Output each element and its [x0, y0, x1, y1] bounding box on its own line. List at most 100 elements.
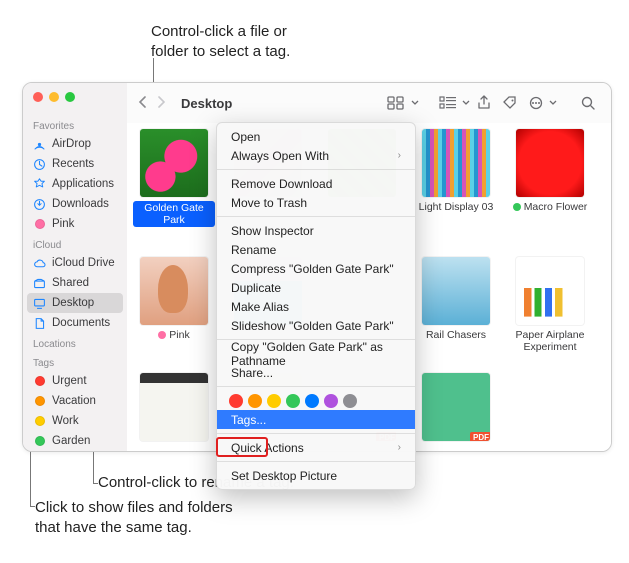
menu-item-label: Move to Trash [231, 196, 307, 210]
menu-item-label: Compress "Golden Gate Park" [231, 262, 394, 276]
menu-item-slideshow-golden-gate-park[interactable]: Slideshow "Golden Gate Park" [217, 316, 415, 335]
menu-item-open[interactable]: Open [217, 127, 415, 146]
menu-item-make-alias[interactable]: Make Alias [217, 297, 415, 316]
sidebar-section-header: iCloud [23, 234, 127, 253]
sidebar-item-label: Vacation [52, 395, 96, 407]
file-name: Paper Airplane Experiment [509, 329, 591, 353]
sidebar-item-label: Garden [52, 435, 90, 447]
menu-item-move-to-trash[interactable]: Move to Trash [217, 193, 415, 212]
zoom-button[interactable] [65, 92, 75, 102]
menu-item-remove-download[interactable]: Remove Download [217, 174, 415, 193]
tag-dot-icon [33, 375, 46, 388]
file-item[interactable]: Pink [133, 257, 215, 341]
menu-item-quick-actions[interactable]: Quick Actions › [217, 438, 415, 457]
back-button[interactable] [137, 96, 149, 111]
menu-item-label: Remove Download [231, 177, 332, 191]
menu-tag-color[interactable] [343, 394, 357, 408]
window-controls [23, 83, 127, 111]
file-thumbnail [422, 257, 490, 325]
sidebar-item-label: Shared [52, 277, 89, 289]
file-item[interactable]: Golden Gate Park [133, 129, 215, 227]
sidebar-item-recents[interactable]: Recents [23, 154, 127, 174]
menu-item-set-desktop-picture[interactable]: Set Desktop Picture [217, 466, 415, 485]
file-item[interactable]: Light Display 03 [415, 129, 497, 213]
sidebar-item-garden[interactable]: Garden [23, 431, 127, 451]
menu-item-duplicate[interactable]: Duplicate [217, 278, 415, 297]
menu-tag-color[interactable] [248, 394, 262, 408]
toolbar: Desktop [127, 83, 611, 123]
sidebar-item-desktop[interactable]: Desktop [27, 293, 123, 313]
sidebar-item-work[interactable]: Work [23, 411, 127, 431]
sidebar-item-label: Pink [52, 218, 74, 230]
share-button[interactable] [471, 92, 497, 114]
sidebar-item-pink[interactable]: Pink [23, 214, 127, 234]
menu-tag-color[interactable] [324, 394, 338, 408]
shared-icon [33, 277, 46, 290]
sidebar-item-label: iCloud Drive [52, 257, 115, 269]
sidebar-item-documents[interactable]: Documents [23, 313, 127, 333]
menu-separator [217, 216, 415, 217]
file-tag-dot [513, 203, 521, 211]
file-thumbnail: PDF [422, 373, 490, 441]
sidebar-section-header: Favorites [23, 115, 127, 134]
sidebar-item-downloads[interactable]: Downloads [23, 194, 127, 214]
forward-button[interactable] [155, 96, 167, 111]
sidebar-section-header: Tags [23, 352, 127, 371]
sidebar-item-label: Recents [52, 158, 94, 170]
sidebar-item-vacation[interactable]: Vacation [23, 391, 127, 411]
sidebar-item-label: Urgent [52, 375, 87, 387]
sidebar-item-shared[interactable]: Shared [23, 273, 127, 293]
menu-item-label: Tags... [231, 413, 266, 427]
file-item[interactable]: Paper Airplane Experiment [509, 257, 591, 353]
action-button[interactable] [523, 92, 549, 114]
menu-item-label: Copy "Golden Gate Park" as Pathname [231, 340, 401, 368]
callout-line [30, 506, 35, 507]
file-item[interactable]: Rail Chasers [415, 257, 497, 341]
file-item[interactable]: Macro Flower [509, 129, 591, 213]
menu-tag-color[interactable] [229, 394, 243, 408]
menu-item-label: Make Alias [231, 300, 289, 314]
file-thumbnail [516, 257, 584, 325]
menu-tag-color[interactable] [305, 394, 319, 408]
sidebar-item-icloud-drive[interactable]: iCloud Drive [23, 253, 127, 273]
sidebar-item-urgent[interactable]: Urgent [23, 371, 127, 391]
group-button[interactable] [435, 92, 461, 114]
apps-icon [33, 178, 46, 191]
doc-icon [33, 317, 46, 330]
group-chevron-icon[interactable] [461, 92, 471, 114]
menu-tag-row [217, 391, 415, 410]
file-item[interactable] [133, 373, 215, 445]
menu-item-label: Quick Actions [231, 441, 304, 455]
file-name: Pink [158, 329, 189, 341]
menu-item-compress-golden-gate-park[interactable]: Compress "Golden Gate Park" [217, 259, 415, 278]
file-thumbnail [140, 257, 208, 325]
tag-button[interactable] [497, 92, 523, 114]
file-thumbnail [140, 129, 208, 197]
clock-icon [33, 158, 46, 171]
close-button[interactable] [33, 92, 43, 102]
view-chevron-icon[interactable] [409, 92, 421, 114]
sidebar-item-label: Documents [52, 317, 110, 329]
menu-tag-color[interactable] [286, 394, 300, 408]
sidebar-item-label: AirDrop [52, 138, 91, 150]
menu-item-tags[interactable]: Tags... [217, 410, 415, 429]
file-item[interactable]: PDF [415, 373, 497, 445]
search-button[interactable] [575, 92, 601, 114]
menu-tag-color[interactable] [267, 394, 281, 408]
callout-bottom: Click to show files and folders that hav… [35, 498, 233, 537]
chevron-right-icon: › [398, 442, 401, 453]
sidebar-item-applications[interactable]: Applications [23, 174, 127, 194]
menu-separator [217, 386, 415, 387]
cloud-icon [33, 257, 46, 270]
tag-dot-icon [33, 415, 46, 428]
file-thumbnail [516, 129, 584, 197]
action-chevron-icon[interactable] [549, 92, 557, 114]
menu-item-copy-golden-gate-park-as-pathname[interactable]: Copy "Golden Gate Park" as Pathname [217, 344, 415, 363]
file-name: Golden Gate Park [133, 201, 215, 227]
menu-item-always-open-with[interactable]: Always Open With› [217, 146, 415, 165]
view-icon-button[interactable] [383, 92, 409, 114]
menu-item-show-inspector[interactable]: Show Inspector [217, 221, 415, 240]
minimize-button[interactable] [49, 92, 59, 102]
menu-item-rename[interactable]: Rename [217, 240, 415, 259]
sidebar-item-airdrop[interactable]: AirDrop [23, 134, 127, 154]
